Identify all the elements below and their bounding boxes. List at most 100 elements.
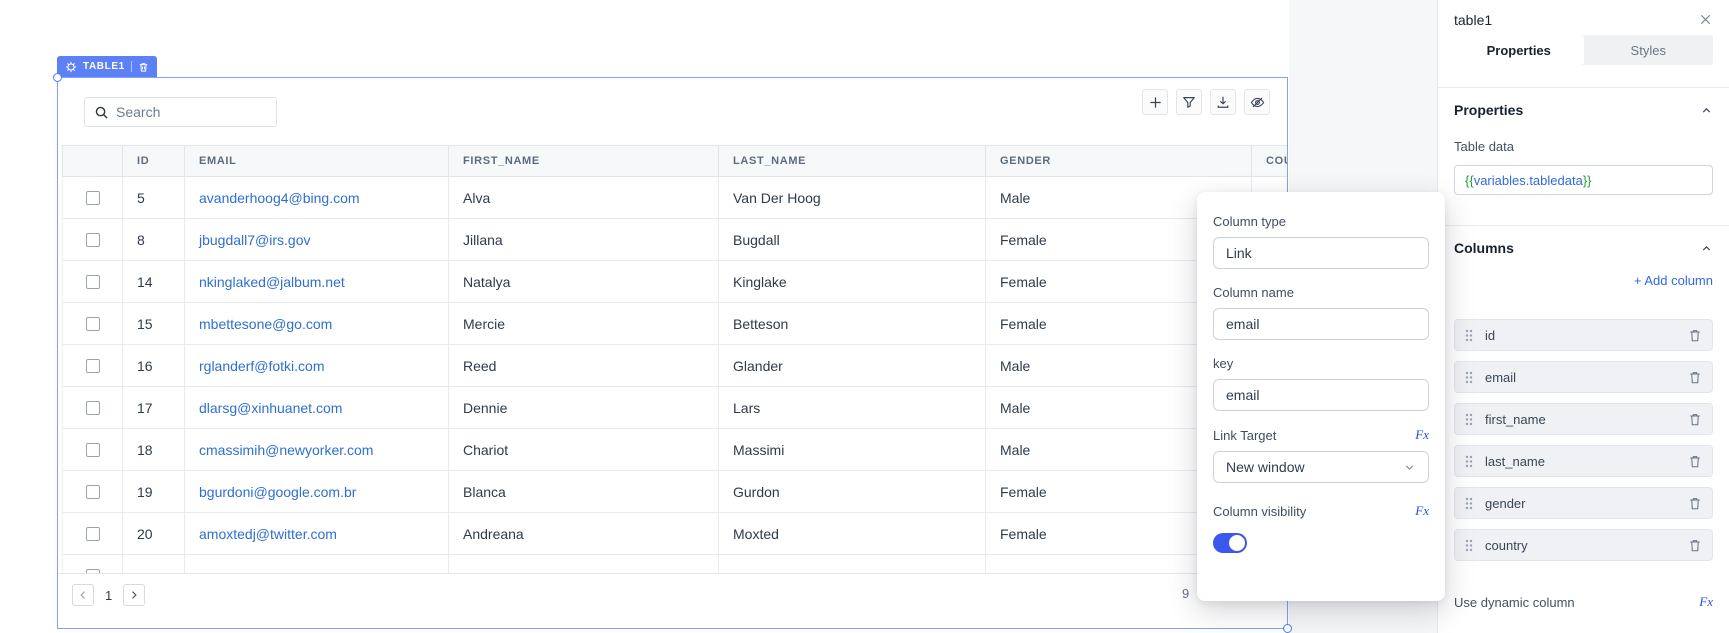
header-id[interactable]: ID: [123, 146, 185, 176]
drag-handle-icon[interactable]: [1465, 329, 1473, 342]
chevron-up-icon[interactable]: [1700, 242, 1713, 255]
gear-icon[interactable]: [65, 61, 77, 73]
column-name-input[interactable]: email: [1213, 308, 1429, 340]
cell-email-link[interactable]: mbettesone@go.com: [199, 316, 332, 332]
column-type-label: Column type: [1213, 214, 1429, 229]
key-input[interactable]: email: [1213, 379, 1429, 411]
resize-handle-bottom-right[interactable]: [1283, 624, 1292, 633]
cell-first-name: Jillana: [449, 219, 719, 260]
table-row[interactable]: 14 nkinglaked@jalbum.net Natalya Kinglak…: [62, 261, 1287, 303]
trash-icon[interactable]: [1688, 538, 1702, 553]
cell-email-link[interactable]: nkinglaked@jalbum.net: [199, 274, 345, 290]
cell-last-name: Van Der Hoog: [719, 177, 986, 218]
drag-handle-icon[interactable]: [1465, 455, 1473, 468]
pagination-page-number: 1: [105, 588, 112, 603]
header-country[interactable]: COUNTRY: [1252, 146, 1287, 176]
drag-handle-icon[interactable]: [1465, 371, 1473, 384]
table-row[interactable]: 16 rglanderf@fotki.com Reed Glander Male: [62, 345, 1287, 387]
table-row[interactable]: 15 mbettesone@go.com Mercie Betteson Fem…: [62, 303, 1287, 345]
drag-handle-icon[interactable]: [1465, 497, 1473, 510]
row-checkbox[interactable]: [86, 443, 100, 457]
pagination-next-button[interactable]: [123, 584, 145, 606]
sidebar-column-item[interactable]: last_name: [1454, 445, 1713, 477]
column-type-value: Link: [1226, 245, 1252, 261]
widget-name-badge[interactable]: TABLE1: [57, 56, 157, 77]
resize-handle-top-left[interactable]: [53, 73, 62, 82]
table-row[interactable]: 20 amoxtedj@twitter.com Andreana Moxted …: [62, 513, 1287, 555]
fx-toggle-link-target[interactable]: Fx: [1415, 427, 1429, 443]
cell-email-link[interactable]: rglanderf@fotki.com: [199, 358, 324, 374]
row-checkbox[interactable]: [86, 191, 100, 205]
column-visibility-toggle[interactable]: [1213, 533, 1247, 553]
cell-email-link[interactable]: jbugdall7@irs.gov: [199, 232, 311, 248]
chevron-down-icon: [1403, 461, 1416, 474]
sidebar-widget-title: table1: [1454, 12, 1492, 28]
drag-handle-icon[interactable]: [1465, 413, 1473, 426]
filter-button[interactable]: [1176, 89, 1202, 115]
column-type-input[interactable]: Link: [1213, 237, 1429, 269]
columns-section-header[interactable]: Columns: [1454, 240, 1713, 256]
sidebar-column-label: last_name: [1485, 454, 1688, 469]
row-checkbox[interactable]: [86, 527, 100, 541]
row-checkbox[interactable]: [86, 233, 100, 247]
sidebar-column-item[interactable]: gender: [1454, 487, 1713, 519]
sidebar-column-label: gender: [1485, 496, 1688, 511]
trash-icon[interactable]: [1688, 496, 1702, 511]
cell-id: 5: [123, 177, 185, 218]
table-row[interactable]: 18 cmassimih@newyorker.com Chariot Massi…: [62, 429, 1287, 471]
fx-toggle-dynamic-column[interactable]: Fx: [1699, 594, 1713, 610]
sidebar-columns-list: id email f: [1454, 319, 1713, 561]
add-row-button[interactable]: [1142, 89, 1168, 115]
fx-toggle-column-visibility[interactable]: Fx: [1415, 503, 1429, 519]
cell-first-name: Mercie: [449, 303, 719, 344]
cell-email-link[interactable]: bgurdoni@google.com.br: [199, 484, 356, 500]
search-icon: [94, 105, 109, 120]
row-checkbox[interactable]: [86, 401, 100, 415]
properties-section-header[interactable]: Properties: [1454, 102, 1713, 118]
table-row[interactable]: 17 dlarsg@xinhuanet.com Dennie Lars Male: [62, 387, 1287, 429]
pagination-prev-button[interactable]: [72, 584, 94, 606]
tab-properties[interactable]: Properties: [1454, 35, 1584, 65]
cell-last-name: Glander: [719, 345, 986, 386]
trash-icon[interactable]: [1688, 370, 1702, 385]
search-input[interactable]: [116, 104, 267, 120]
header-gender[interactable]: GENDER: [986, 146, 1252, 176]
cell-email-link[interactable]: dlarsg@xinhuanet.com: [199, 400, 342, 416]
table-data-input[interactable]: {{variables.tabledata}}: [1454, 165, 1713, 195]
drag-handle-icon[interactable]: [1465, 539, 1473, 552]
header-checkbox-cell[interactable]: [63, 146, 123, 176]
header-last-name[interactable]: LAST_NAME: [719, 146, 986, 176]
chevron-up-icon[interactable]: [1700, 104, 1713, 117]
table-search-box[interactable]: [84, 97, 277, 127]
sidebar-column-item[interactable]: first_name: [1454, 403, 1713, 435]
cell-id: 17: [123, 387, 185, 428]
sidebar-column-item[interactable]: id: [1454, 319, 1713, 351]
add-column-button[interactable]: + Add column: [1634, 273, 1713, 288]
close-icon[interactable]: [1698, 12, 1713, 27]
sidebar-column-item[interactable]: country: [1454, 529, 1713, 561]
row-checkbox[interactable]: [86, 359, 100, 373]
delete-widget-icon[interactable]: [138, 61, 149, 73]
trash-icon[interactable]: [1688, 328, 1702, 343]
download-button[interactable]: [1210, 89, 1236, 115]
cell-first-name: Alva: [449, 177, 719, 218]
sidebar-column-item[interactable]: email: [1454, 361, 1713, 393]
sidebar-column-label: email: [1485, 370, 1688, 385]
cell-email-link[interactable]: amoxtedj@twitter.com: [199, 526, 337, 542]
header-email[interactable]: EMAIL: [185, 146, 449, 176]
row-checkbox[interactable]: [86, 317, 100, 331]
row-checkbox[interactable]: [86, 485, 100, 499]
header-first-name[interactable]: FIRST_NAME: [449, 146, 719, 176]
table-row[interactable]: 5 avanderhoog4@bing.com Alva Van Der Hoo…: [62, 177, 1287, 219]
trash-icon[interactable]: [1688, 454, 1702, 469]
tab-styles[interactable]: Styles: [1584, 35, 1714, 65]
row-checkbox[interactable]: [86, 275, 100, 289]
table-widget[interactable]: TABLE1: [57, 77, 1288, 629]
hidden-columns-button[interactable]: [1244, 89, 1270, 115]
cell-email-link[interactable]: cmassimih@newyorker.com: [199, 442, 373, 458]
table-row[interactable]: 8 jbugdall7@irs.gov Jillana Bugdall Fema…: [62, 219, 1287, 261]
table-row[interactable]: 19 bgurdoni@google.com.br Blanca Gurdon …: [62, 471, 1287, 513]
cell-email-link[interactable]: avanderhoog4@bing.com: [199, 190, 360, 206]
link-target-select[interactable]: New window: [1213, 451, 1429, 483]
trash-icon[interactable]: [1688, 412, 1702, 427]
